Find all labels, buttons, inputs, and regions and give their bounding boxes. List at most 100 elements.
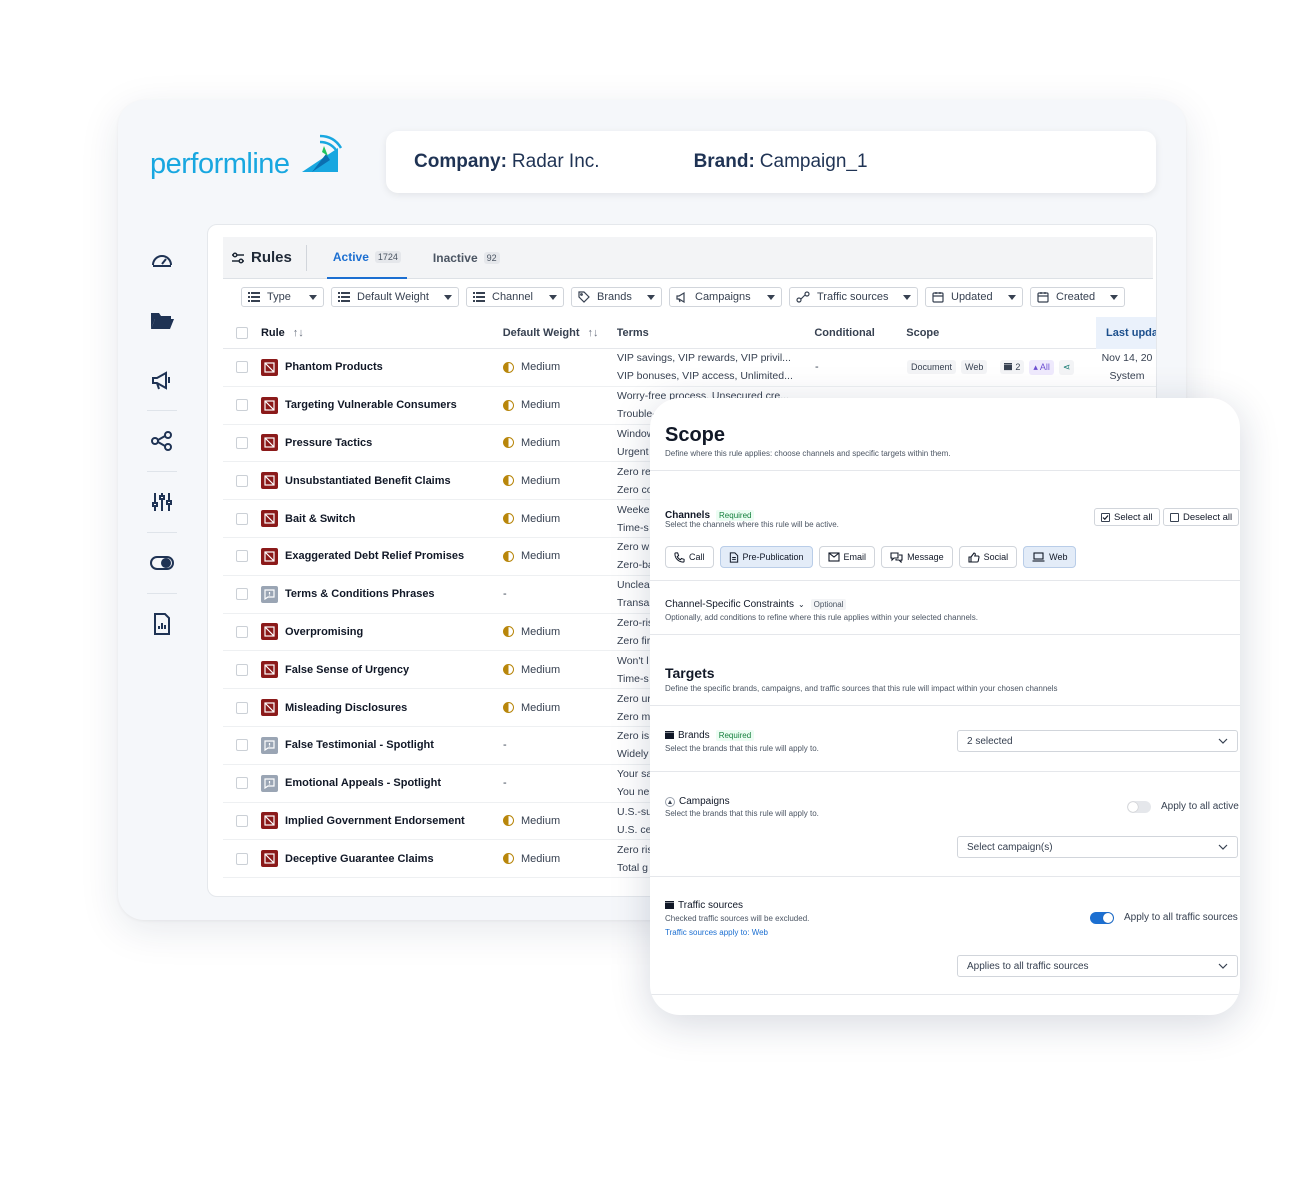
row-checkbox[interactable]	[236, 625, 248, 638]
column-rule[interactable]: Rule ↑↓	[261, 327, 503, 339]
channel-email[interactable]: Email	[818, 546, 876, 568]
sidebar-item-reports[interactable]	[140, 594, 184, 654]
channel-web[interactable]: Web	[1023, 546, 1077, 568]
checkbox-checked-icon	[1101, 512, 1110, 522]
sidebar-item-toggles[interactable]	[140, 533, 184, 593]
select-all-button[interactable]: Select all	[1094, 508, 1160, 526]
campaigns-select[interactable]: Select campaign(s)	[957, 836, 1238, 858]
scope-panel: Scope Define where this rule applies: ch…	[650, 398, 1240, 1015]
constraints-label: Channel-Specific Constraints	[665, 599, 794, 610]
chevron-down-icon	[549, 294, 557, 300]
scope-cell: Document Web 2 ▴ All ⋖	[907, 359, 1097, 375]
row-checkbox[interactable]	[236, 550, 248, 563]
filter-channel[interactable]: Channel	[466, 287, 564, 307]
row-checkbox[interactable]	[236, 436, 248, 449]
scope-chip-sources: 2	[1000, 360, 1025, 375]
traffic-applies-link[interactable]: Traffic sources apply to: Web	[665, 928, 768, 937]
rule-name-cell[interactable]: False Sense of Urgency	[261, 661, 503, 679]
tag-icon	[578, 291, 590, 303]
brands-select[interactable]: 2 selected	[957, 730, 1238, 752]
column-weight[interactable]: Default Weight ↑↓	[503, 327, 617, 339]
medium-weight-icon	[503, 361, 514, 373]
row-checkbox[interactable]	[236, 588, 248, 601]
rule-name-cell[interactable]: Misleading Disclosures	[261, 699, 503, 717]
chevron-down-icon	[1218, 844, 1228, 850]
row-checkbox[interactable]	[236, 512, 248, 525]
sidebar-item-dashboard[interactable]	[140, 230, 184, 290]
channel-social[interactable]: Social	[958, 546, 1018, 568]
weight-value: Medium	[521, 512, 561, 525]
column-last-updated[interactable]: Last upda	[1096, 316, 1156, 349]
rule-name-cell[interactable]: Phantom Products	[261, 358, 503, 376]
filter-default-weight[interactable]: Default Weight	[331, 287, 459, 307]
rule-name-cell[interactable]: Implied Government Endorsement	[261, 812, 503, 830]
channel-message[interactable]: Message	[881, 546, 953, 568]
company-label: Company:	[414, 151, 507, 172]
medium-weight-icon	[503, 626, 514, 638]
table-row[interactable]: Phantom Products Medium VIP savings, VIP r…	[223, 349, 1156, 387]
row-checkbox[interactable]	[236, 739, 248, 752]
channel-call[interactable]: Call	[665, 546, 714, 568]
tab-active-count: 1724	[374, 250, 401, 263]
scope-chip-web: Web	[961, 360, 988, 375]
sidebar-item-rules[interactable]	[140, 472, 184, 532]
sidebar-item-campaigns[interactable]	[140, 350, 184, 410]
rule-name: Emotional Appeals - Spotlight	[285, 777, 442, 790]
rule-name-cell[interactable]: Bait & Switch	[261, 510, 503, 528]
constraints-help: Optionally, add conditions to refine whe…	[665, 613, 978, 622]
channel-buttons: Call Pre-Publication Email Message Socia…	[665, 546, 1077, 568]
rule-name-cell[interactable]: Emotional Appeals - Spotlight	[261, 774, 503, 792]
sidebar-item-connections[interactable]	[140, 411, 184, 471]
tab-active[interactable]: Active 1724	[326, 237, 407, 279]
rule-name-cell[interactable]: Targeting Vulnerable Consumers	[261, 396, 503, 414]
rule-name-cell[interactable]: Terms & Conditions Phrases	[261, 585, 503, 603]
select-all-checkbox[interactable]	[235, 326, 248, 339]
channel-label: Social	[983, 552, 1009, 562]
deselect-all-button[interactable]: Deselect all	[1163, 508, 1240, 526]
filter-type[interactable]: Type	[241, 287, 324, 307]
row-checkbox[interactable]	[236, 814, 248, 827]
rule-name-cell[interactable]: Exaggerated Debt Relief Promises	[261, 547, 503, 565]
filter-updated[interactable]: Updated	[925, 287, 1023, 307]
channel-pre-publication[interactable]: Pre-Publication	[719, 546, 813, 568]
weight-cell: -	[503, 739, 617, 751]
rule-name-cell[interactable]: Deceptive Guarantee Claims	[261, 850, 503, 868]
rules-header: Rules Active 1724 Inactive 92	[223, 237, 1153, 279]
row-checkbox[interactable]	[236, 701, 248, 714]
row-checkbox[interactable]	[236, 852, 248, 865]
sort-icon: ↑↓	[587, 326, 599, 339]
rule-name-cell[interactable]: False Testimonial - Spotlight	[261, 736, 503, 754]
filter-label: Updated	[951, 291, 993, 303]
weight-cell: Medium	[503, 513, 617, 525]
rule-name-cell[interactable]: Overpromising	[261, 623, 503, 641]
campaigns-toggle-label: Apply to all active	[1161, 801, 1239, 812]
filter-traffic-sources[interactable]: Traffic sources	[789, 287, 918, 307]
traffic-select[interactable]: Applies to all traffic sources	[957, 955, 1238, 977]
row-checkbox[interactable]	[236, 474, 248, 487]
rule-name: Unsubstantiated Benefit Claims	[285, 474, 451, 487]
row-checkbox[interactable]	[236, 399, 248, 412]
constraints-toggle[interactable]: Channel-Specific Constraints ⌄ Optional	[665, 599, 847, 610]
row-checkbox[interactable]	[236, 777, 248, 790]
performline-logo: performline	[150, 134, 342, 188]
traffic-apply-all-toggle[interactable]	[1090, 912, 1114, 924]
divider	[650, 876, 1240, 877]
filter-created[interactable]: Created	[1030, 287, 1125, 307]
rule-name-cell[interactable]: Unsubstantiated Benefit Claims	[261, 472, 503, 490]
scope-chip-all: ▴ All	[1029, 359, 1054, 375]
rule-name-cell[interactable]: Pressure Tactics	[261, 434, 503, 452]
filter-brands[interactable]: Brands	[571, 287, 662, 307]
divider	[305, 244, 307, 271]
checkbox-empty-icon	[1170, 512, 1179, 522]
medium-weight-icon	[503, 399, 514, 411]
campaigns-apply-all-toggle[interactable]	[1127, 801, 1151, 813]
divider	[650, 580, 1240, 581]
campaigns-select-placeholder: Select campaign(s)	[967, 841, 1053, 853]
row-checkbox[interactable]	[236, 361, 248, 374]
channel-label: Call	[689, 552, 705, 562]
scope-chip-all-label: All	[1039, 361, 1050, 372]
sidebar-item-files[interactable]	[140, 290, 184, 350]
tab-inactive[interactable]: Inactive 92	[427, 237, 506, 279]
row-checkbox[interactable]	[236, 663, 248, 676]
filter-campaigns[interactable]: Campaigns	[669, 287, 782, 307]
